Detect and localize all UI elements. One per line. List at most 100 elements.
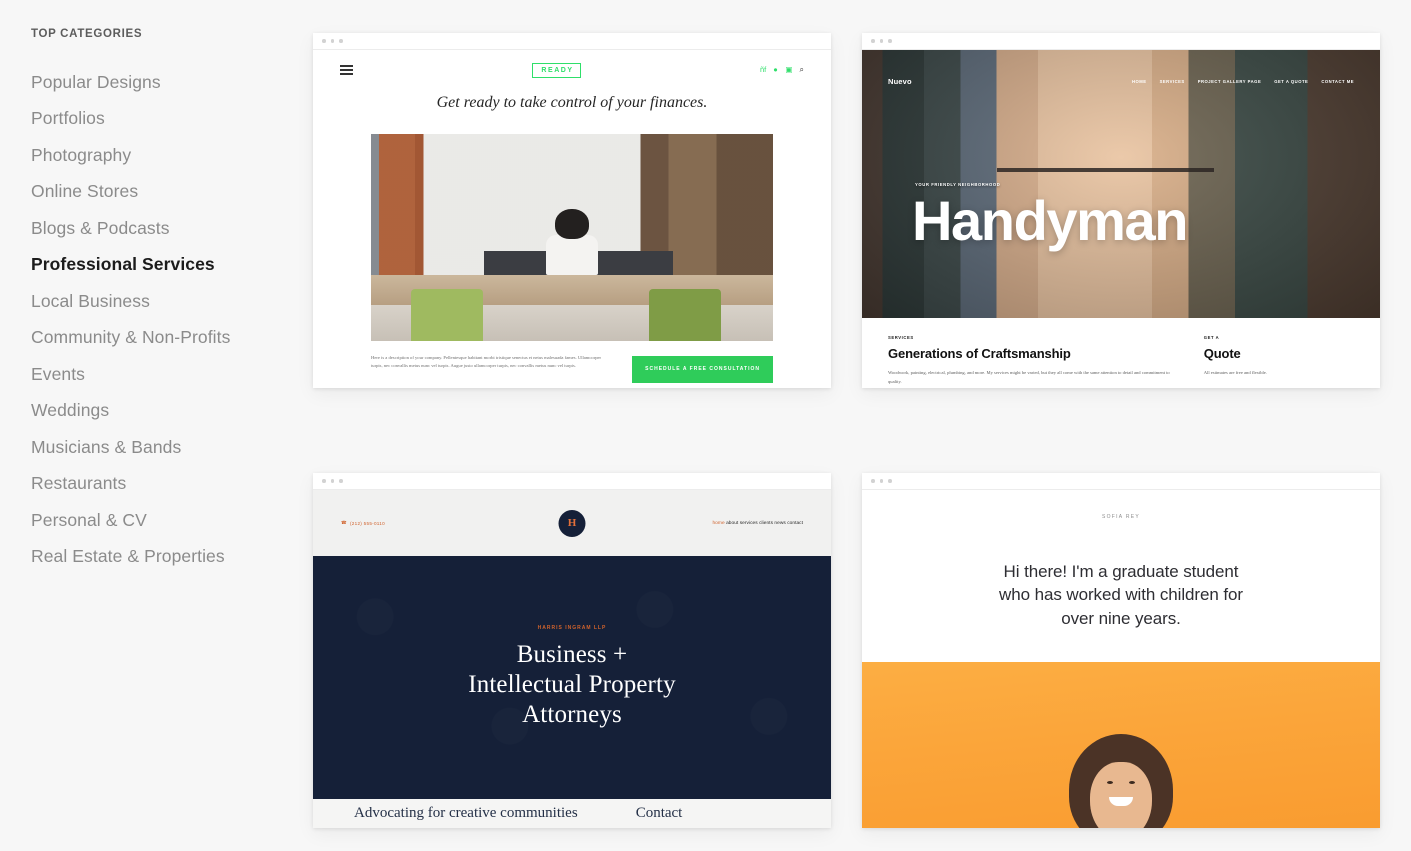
window-dot (879, 479, 883, 483)
browser-chrome-bar (862, 473, 1380, 490)
sidebar-heading: TOP CATEGORIES (31, 28, 143, 40)
nav-item-contact[interactable]: contact (787, 521, 803, 526)
ready-hero-image (371, 134, 773, 341)
ready-body-copy: Here is a description of your company. P… (371, 355, 602, 369)
sidebar-item-real-estate-properties[interactable]: Real Estate & Properties (31, 539, 313, 576)
phone-icon: ☎ (341, 520, 347, 525)
law-firm-footer: Advocating for creative communities Cont… (313, 799, 831, 828)
search-icon[interactable]: ⌕ (800, 66, 804, 74)
nav-item-services[interactable]: SERVICES (1160, 79, 1185, 84)
headline-line-2: Intellectual Property (468, 671, 676, 698)
categories-sidebar: TOP CATEGORIES Popular Designs Portfolio… (0, 0, 313, 851)
nav-item-contact-me[interactable]: CONTACT ME (1321, 79, 1354, 84)
sidebar-item-portfolios[interactable]: Portfolios (31, 101, 313, 138)
sidebar-item-weddings[interactable]: Weddings (31, 393, 313, 430)
sidebar-item-popular-designs[interactable]: Popular Designs (31, 64, 313, 101)
window-dot (888, 479, 892, 483)
template-card-nuevo-handyman[interactable]: Nuevo HOME SERVICES PROJECT GALLERY PAGE… (862, 33, 1380, 388)
quote-text: All estimates are free and flexible. (1203, 370, 1267, 375)
template-card-harris-ingram[interactable]: ☎ (212) 555-0110 H home about services c… (313, 473, 831, 828)
window-dot (888, 39, 892, 43)
nav-item-news[interactable]: news (774, 521, 785, 526)
footer-contact-link[interactable]: Contact (636, 805, 683, 822)
person-head (555, 209, 589, 239)
handyman-title: Handyman (912, 189, 1188, 252)
facebook-icon[interactable]: ñ​f (760, 66, 766, 74)
nav-item-home[interactable]: HOME (1132, 79, 1147, 84)
nav-item-project-gallery[interactable]: PROJECT GALLERY PAGE (1198, 79, 1262, 84)
law-firm-nav-links: home about services clients news contact (712, 521, 803, 526)
nav-item-home[interactable]: home (712, 521, 724, 526)
schedule-consultation-button[interactable]: SCHEDULE A FREE CONSULTATION (632, 356, 773, 383)
window-dot (871, 39, 875, 43)
footer-tagline: Advocating for creative communities (354, 805, 578, 821)
ready-social-links: ñ​f ● ▣ ⌕ (760, 66, 804, 74)
nav-item-clients[interactable]: clients (759, 521, 773, 526)
window-dot (322, 39, 326, 43)
sofia-rey-intro-text: Hi there! I'm a graduate student who has… (999, 560, 1243, 630)
browser-chrome-bar (313, 33, 831, 50)
nav-item-about[interactable]: about (726, 521, 738, 526)
sidebar-item-photography[interactable]: Photography (31, 137, 313, 174)
template-preview-handyman: Nuevo HOME SERVICES PROJECT GALLERY PAGE… (862, 50, 1380, 388)
sidebar-item-blogs-podcasts[interactable]: Blogs & Podcasts (31, 210, 313, 247)
sidebar-item-restaurants[interactable]: Restaurants (31, 466, 313, 503)
intro-line-3: over nine years. (1061, 608, 1181, 628)
sidebar-item-local-business[interactable]: Local Business (31, 283, 313, 320)
sidebar-item-events[interactable]: Events (31, 356, 313, 393)
nav-item-services[interactable]: services (740, 521, 758, 526)
phone-number: (212) 555-0110 (350, 520, 385, 526)
template-grid: READY ñ​f ● ▣ ⌕ Get ready to take contro… (313, 0, 1411, 851)
sidebar-item-community-non-profits[interactable]: Community & Non-Profits (31, 320, 313, 357)
window-dot (339, 479, 343, 483)
window-dot (322, 479, 326, 483)
window-dot (339, 39, 343, 43)
nuevo-logo: Nuevo (888, 77, 912, 86)
template-preview-law-firm: ☎ (212) 555-0110 H home about services c… (313, 490, 831, 828)
category-list: Popular Designs Portfolios Photography O… (31, 64, 313, 575)
handyman-navbar: Nuevo HOME SERVICES PROJECT GALLERY PAGE… (862, 77, 1380, 86)
person-body (546, 235, 598, 275)
handyman-nav-links: HOME SERVICES PROJECT GALLERY PAGE GET A… (1132, 79, 1354, 84)
green-chair-left (411, 289, 484, 341)
sidebar-item-musicians-bands[interactable]: Musicians & Bands (31, 429, 313, 466)
sofia-rey-intro-section: SOFIA REY Hi there! I'm a graduate stude… (862, 490, 1380, 662)
quote-heading: Quote (1203, 346, 1241, 361)
template-preview-sofia-rey: SOFIA REY Hi there! I'm a graduate stude… (862, 490, 1380, 828)
portrait-face (1090, 762, 1152, 828)
handyman-footer-section: SERVICES Generations of Craftsmanship Wo… (862, 318, 1380, 388)
law-firm-phone[interactable]: ☎ (212) 555-0110 (341, 520, 385, 526)
portrait-eye-left (1107, 781, 1113, 784)
window-dot (330, 479, 334, 483)
services-kicker: SERVICES (888, 335, 914, 340)
hamburger-icon[interactable] (340, 65, 353, 75)
handyman-hero-image: Nuevo HOME SERVICES PROJECT GALLERY PAGE… (862, 50, 1380, 318)
handyman-services-column: SERVICES Generations of Craftsmanship Wo… (888, 335, 1180, 388)
browser-chrome-bar (862, 33, 1380, 50)
twitter-icon[interactable]: ● (773, 66, 778, 74)
harris-ingram-logo-badge: H (558, 509, 586, 537)
services-text: Woodwork, painting, electrical, plumbing… (888, 370, 1170, 384)
sofia-rey-hero-image (862, 662, 1380, 828)
monogram-letter: H (567, 516, 577, 529)
headline-line-1: Business + (516, 641, 628, 668)
window-dot (879, 39, 883, 43)
portrait-eye-right (1129, 781, 1135, 784)
ready-footer-section: Here is a description of your company. P… (313, 341, 831, 383)
browser-chrome-bar (313, 473, 831, 490)
law-firm-headline: Business + Intellectual Property Attorne… (468, 640, 675, 730)
template-card-sofia-rey[interactable]: SOFIA REY Hi there! I'm a graduate stude… (862, 473, 1380, 828)
ready-tagline: Get ready to take control of your financ… (436, 94, 708, 111)
law-firm-hero: HARRIS INGRAM LLP Business + Intellectua… (313, 556, 831, 799)
nav-item-get-a-quote[interactable]: GET A QUOTE (1274, 79, 1308, 84)
template-card-ready[interactable]: READY ñ​f ● ▣ ⌕ Get ready to take contro… (313, 33, 831, 388)
instagram-icon[interactable]: ▣ (785, 66, 792, 74)
intro-line-1: Hi there! I'm a graduate student (1003, 562, 1239, 581)
apron-belt (996, 167, 1215, 172)
sidebar-item-professional-services[interactable]: Professional Services (31, 247, 313, 284)
window-dot (871, 479, 875, 483)
sidebar-item-online-stores[interactable]: Online Stores (31, 174, 313, 211)
law-firm-navbar: ☎ (212) 555-0110 H home about services c… (313, 490, 831, 556)
sidebar-item-personal-cv[interactable]: Personal & CV (31, 502, 313, 539)
quote-kicker: GET A (1203, 335, 1220, 340)
